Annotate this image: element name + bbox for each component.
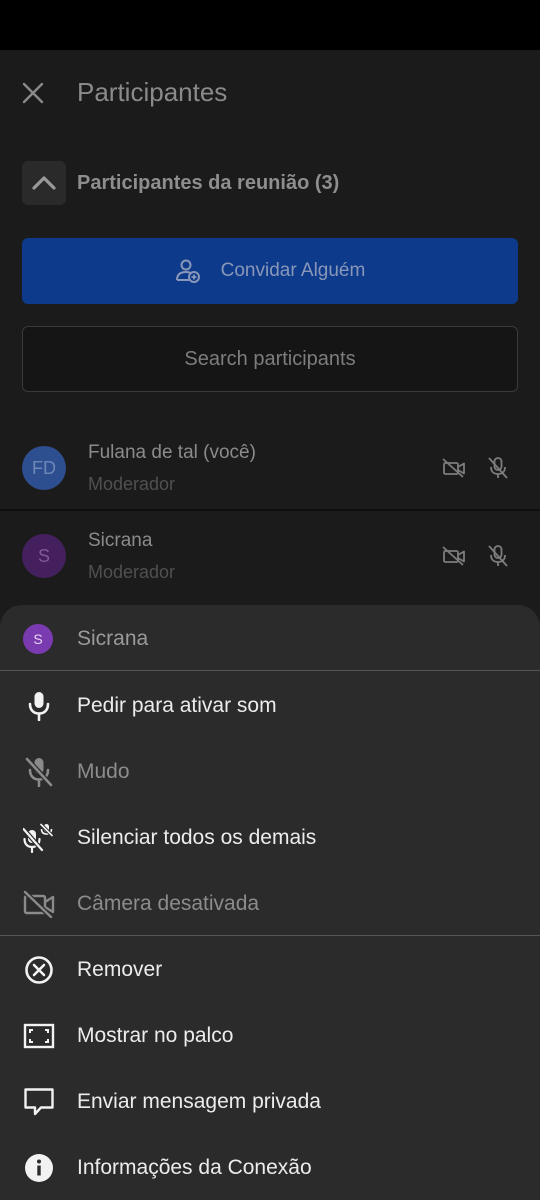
avatar: S	[23, 624, 53, 654]
mute-everyone-icon	[22, 821, 56, 855]
stage-frame-icon	[22, 1019, 56, 1053]
mic-off-icon	[485, 543, 511, 569]
avatar-initials: FD	[32, 457, 56, 478]
camera-off-icon	[441, 543, 467, 569]
menu-label: Pedir para ativar som	[77, 694, 277, 717]
avatar-initials: S	[37, 545, 50, 566]
search-participants-input[interactable]	[22, 326, 518, 392]
chat-bubble-icon	[22, 1085, 56, 1119]
menu-label: Informações da Conexão	[77, 1156, 312, 1179]
remove-circle-icon	[22, 953, 56, 987]
panel-header: Participantes	[0, 50, 540, 134]
show-on-stage-item[interactable]: Mostrar no palco	[0, 1003, 540, 1069]
invite-button[interactable]: Convidar Alguém	[22, 238, 518, 304]
mute-everyone-else-item[interactable]: Silenciar todos os demais	[0, 805, 540, 871]
menu-label: Câmera desativada	[77, 892, 260, 915]
microphone-icon	[22, 689, 56, 723]
section-title: Participantes da reunião (3)	[77, 171, 340, 194]
chevron-up-icon	[32, 176, 56, 190]
add-person-icon	[175, 259, 200, 283]
camera-disabled-item[interactable]: Câmera desativada	[0, 871, 540, 937]
sheet-header: S Sicrana	[0, 605, 540, 671]
mic-off-icon	[22, 755, 56, 789]
camera-off-icon	[22, 887, 56, 921]
mic-off-icon	[485, 455, 511, 481]
participant-role: Moderador	[88, 474, 176, 494]
avatar: FD	[22, 446, 66, 490]
menu-label: Remover	[77, 958, 163, 981]
menu-label: Mostrar no palco	[77, 1024, 234, 1047]
participant-name: Fulana de tal (você)	[88, 442, 256, 463]
meeting-participants-section: Participantes da reunião (3)	[22, 161, 339, 205]
camera-off-icon	[441, 455, 467, 481]
collapse-button[interactable]	[22, 161, 66, 205]
participant-name: Sicrana	[88, 530, 153, 551]
info-icon	[22, 1151, 56, 1185]
participant-row[interactable]: S Sicrana Moderador	[0, 513, 540, 599]
page-title: Participantes	[77, 77, 228, 107]
invite-label: Convidar Alguém	[220, 260, 366, 281]
participant-actions-sheet: S Sicrana Pedir para ativar som Mudo Sil…	[0, 605, 540, 1200]
remove-item[interactable]: Remover	[0, 937, 540, 1003]
avatar: S	[22, 534, 66, 578]
send-private-message-item[interactable]: Enviar mensagem privada	[0, 1069, 540, 1135]
menu-label: Mudo	[77, 760, 130, 783]
close-icon	[22, 82, 44, 104]
mute-item[interactable]: Mudo	[0, 739, 540, 805]
sheet-participant-name: Sicrana	[77, 627, 149, 650]
menu-label: Silenciar todos os demais	[77, 826, 317, 849]
status-bar	[0, 0, 540, 50]
divider	[0, 935, 540, 936]
connection-info-item[interactable]: Informações da Conexão	[0, 1135, 540, 1200]
participant-role: Moderador	[88, 562, 176, 582]
menu-label: Enviar mensagem privada	[77, 1090, 321, 1113]
ask-to-unmute-item[interactable]: Pedir para ativar som	[0, 673, 540, 739]
close-button[interactable]	[16, 76, 50, 110]
avatar-initials: S	[33, 631, 43, 647]
participant-row[interactable]: FD Fulana de tal (você) Moderador	[0, 425, 540, 511]
